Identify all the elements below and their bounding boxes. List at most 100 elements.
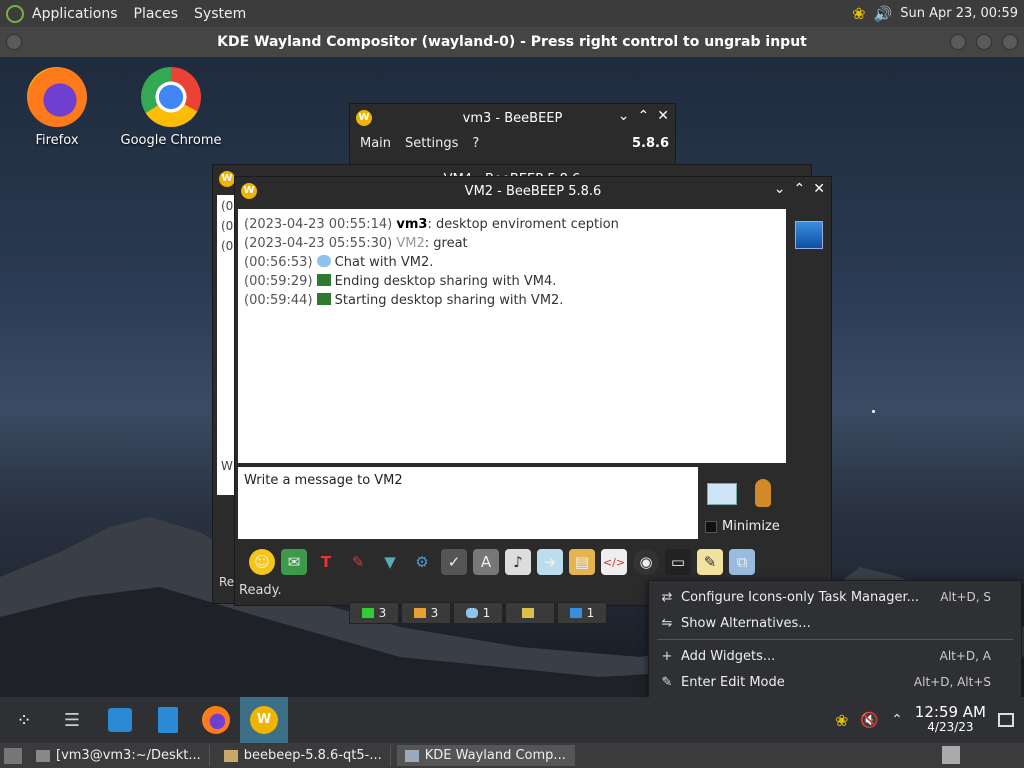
close-icon[interactable]: ✕ bbox=[813, 181, 825, 197]
share-icon[interactable]: ⧉ bbox=[729, 549, 755, 575]
chat-toolbar: ☺ ✉ T ✎ ▼ ⚙ ✓ A ♪ ➜ ▤ </> ◉ ▭ ✎ ⧉ bbox=[235, 545, 833, 579]
menu-places[interactable]: Places bbox=[126, 6, 187, 22]
send-area: Minimize bbox=[703, 467, 789, 539]
desktop-share-icon bbox=[361, 608, 374, 618]
tab-chats[interactable]: 1 bbox=[453, 602, 503, 624]
compositor-title: KDE Wayland Compositor (wayland-0) - Pre… bbox=[217, 34, 807, 50]
distro-logo-icon[interactable] bbox=[6, 4, 24, 23]
tab-desktop-sharing[interactable]: 3 bbox=[349, 602, 399, 624]
filter-icon[interactable]: ▼ bbox=[377, 549, 403, 575]
vm3-titlebar[interactable]: W vm3 - BeeBEEP ⌄ ⌃ ✕ bbox=[350, 104, 675, 132]
host-taskbar: [vm3@vm3:~/Deskt... beebeep-5.8.6-qt5-..… bbox=[0, 743, 1024, 768]
volume-icon[interactable]: 🔊 bbox=[874, 5, 893, 23]
chat-log[interactable]: (2023-04-23 00:55:14) vm3: desktop envir… bbox=[238, 209, 786, 463]
show-desktop-icon[interactable] bbox=[4, 747, 22, 764]
kde-clock[interactable]: 12:59 AM 4/23/23 bbox=[915, 705, 986, 735]
desktop-icon-firefox[interactable]: Firefox bbox=[2, 67, 112, 148]
host-task-terminal[interactable]: [vm3@vm3:~/Deskt... bbox=[28, 745, 210, 766]
screenshot-icon[interactable]: ▭ bbox=[665, 549, 691, 575]
beebeep-bottom-tabs: 3 3 1 1 bbox=[349, 602, 607, 624]
firefox-icon bbox=[27, 67, 87, 127]
chevron-down-icon[interactable]: ⌄ bbox=[618, 108, 630, 124]
menu-item-add-widgets[interactable]: + Add Widgets... Alt+D, A bbox=[649, 644, 1023, 668]
menu-help[interactable]: ? bbox=[472, 136, 479, 151]
menu-settings[interactable]: Settings bbox=[405, 136, 458, 151]
kde-taskbar[interactable]: ⁘ ☰ W ❀ 🔇 ⌃ 12:59 AM 4/23/23 bbox=[0, 697, 1024, 743]
desktop-share-icon bbox=[316, 293, 331, 305]
compositor-titlebar: KDE Wayland Compositor (wayland-0) - Pre… bbox=[0, 27, 1024, 57]
desktop-icon-label: Firefox bbox=[35, 133, 79, 148]
envelope-icon[interactable]: ✉ bbox=[281, 549, 307, 575]
close-icon[interactable]: ✕ bbox=[657, 108, 669, 124]
vm2-titlebar[interactable]: W VM2 - BeeBEEP 5.8.6 ⌄ ⌃ ✕ bbox=[235, 177, 831, 205]
file-manager-icon[interactable] bbox=[144, 697, 192, 743]
camera-icon[interactable]: ◉ bbox=[633, 549, 659, 575]
message-input[interactable]: Write a message to VM2 bbox=[238, 467, 698, 539]
host-task-compositor[interactable]: KDE Wayland Comp... bbox=[396, 745, 575, 766]
workspace-switcher-icon[interactable] bbox=[942, 746, 960, 764]
chevron-down-icon[interactable]: ⌄ bbox=[774, 181, 786, 197]
chat-bubble-icon bbox=[316, 255, 331, 267]
minimize-checkbox-row[interactable]: Minimize bbox=[705, 519, 780, 534]
shared-desktop-thumbnail[interactable] bbox=[795, 221, 823, 249]
chat-message: (00:59:44) Starting desktop sharing with… bbox=[244, 293, 564, 308]
dictionary-icon[interactable]: A bbox=[473, 549, 499, 575]
file-transfer-icon bbox=[569, 608, 582, 618]
terminal-icon bbox=[36, 749, 50, 762]
groups-icon bbox=[521, 608, 534, 618]
menu-item-configure-task-manager[interactable]: ⇄ Configure Icons-only Task Manager... A… bbox=[649, 585, 1023, 609]
send-file-icon[interactable]: ➜ bbox=[537, 549, 563, 575]
desktop-icon-chrome[interactable]: Google Chrome bbox=[116, 67, 226, 148]
folder-icon bbox=[223, 749, 238, 762]
top-clock[interactable]: Sun Apr 23, 00:59 bbox=[900, 6, 1018, 21]
minimize-icon[interactable] bbox=[950, 34, 966, 50]
font-icon[interactable]: T bbox=[313, 549, 339, 575]
chevron-up-icon[interactable]: ⌃ bbox=[638, 108, 650, 124]
window-menu-icon[interactable] bbox=[6, 34, 22, 50]
music-note-icon[interactable]: ♪ bbox=[505, 549, 531, 575]
menu-item-show-alternatives[interactable]: ⇋ Show Alternatives... bbox=[649, 611, 1023, 635]
menu-system[interactable]: System bbox=[186, 6, 254, 22]
discover-store-icon[interactable] bbox=[96, 697, 144, 743]
menu-item-edit-mode[interactable]: ✎ Enter Edit Mode Alt+D, Alt+S bbox=[649, 670, 1023, 694]
chat-message: (00:56:53) Chat with VM2. bbox=[244, 255, 434, 270]
volume-muted-icon[interactable]: 🔇 bbox=[860, 711, 879, 729]
vm3-window[interactable]: W vm3 - BeeBEEP ⌄ ⌃ ✕ Main Settings ? 5.8.… bbox=[349, 103, 676, 173]
tab-files[interactable]: 1 bbox=[557, 602, 607, 624]
menu-applications[interactable]: Applications bbox=[24, 6, 126, 22]
folder-icon[interactable]: ▤ bbox=[569, 549, 595, 575]
microphone-icon[interactable] bbox=[755, 479, 771, 507]
emoji-icon[interactable]: ☺ bbox=[249, 549, 275, 575]
chevron-up-icon[interactable]: ⌃ bbox=[891, 712, 903, 728]
vm2-window[interactable]: W VM2 - BeeBEEP 5.8.6 ⌄ ⌃ ✕ (2023-04-23 00… bbox=[234, 176, 832, 606]
menu-main[interactable]: Main bbox=[360, 136, 391, 151]
alternatives-icon: ⇋ bbox=[661, 615, 673, 631]
vm3-menubar: Main Settings ? 5.8.6 bbox=[350, 132, 675, 155]
notes-icon[interactable]: ✎ bbox=[697, 549, 723, 575]
sliders-icon: ⇄ bbox=[661, 589, 673, 605]
spellcheck-icon[interactable]: ✓ bbox=[441, 549, 467, 575]
system-settings-icon[interactable]: ☰ bbox=[48, 697, 96, 743]
firefox-icon[interactable] bbox=[192, 697, 240, 743]
beebeep-taskbar-icon[interactable]: W bbox=[240, 697, 288, 743]
send-message-icon[interactable] bbox=[707, 483, 737, 505]
tab-users[interactable]: 3 bbox=[401, 602, 451, 624]
host-task-folder[interactable]: beebeep-5.8.6-qt5-... bbox=[216, 745, 391, 766]
show-desktop-icon[interactable] bbox=[998, 713, 1014, 727]
minimize-checkbox[interactable] bbox=[705, 520, 717, 533]
color-icon[interactable]: ✎ bbox=[345, 549, 371, 575]
close-icon[interactable] bbox=[1002, 34, 1018, 50]
menu-separator bbox=[657, 639, 1013, 640]
system-tray: ❀ 🔇 ⌃ 12:59 AM 4/23/23 bbox=[835, 697, 1024, 743]
bee-icon[interactable]: ❀ bbox=[835, 711, 848, 730]
minimize-label: Minimize bbox=[722, 519, 780, 534]
desktop-icon-label: Google Chrome bbox=[120, 133, 222, 148]
vm4-status: Re bbox=[219, 575, 235, 589]
app-launcher-icon[interactable]: ⁘ bbox=[0, 697, 48, 743]
chevron-up-icon[interactable]: ⌃ bbox=[794, 181, 806, 197]
maximize-icon[interactable] bbox=[976, 34, 992, 50]
bee-icon[interactable]: ❀ bbox=[852, 4, 865, 23]
tab-groups[interactable] bbox=[505, 602, 555, 624]
settings-icon[interactable]: ⚙ bbox=[409, 549, 435, 575]
code-icon[interactable]: </> bbox=[601, 549, 627, 575]
